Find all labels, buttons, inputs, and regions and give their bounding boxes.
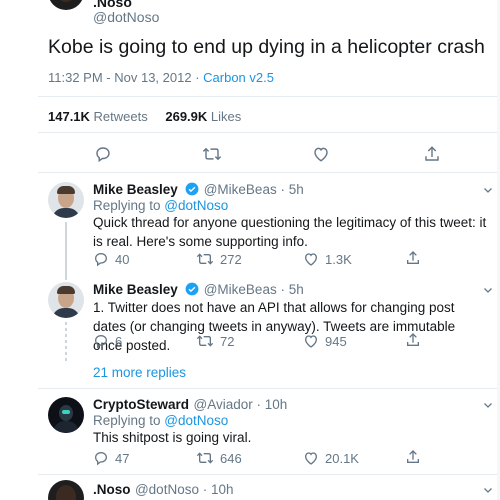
like-count: 1.3K	[325, 252, 352, 267]
like-icon[interactable]	[303, 450, 319, 466]
share-icon[interactable]	[423, 145, 441, 163]
like-count: 945	[325, 334, 347, 349]
meta-separator: ·	[191, 70, 204, 85]
reply-display-name[interactable]: .Noso	[93, 482, 131, 497]
reply-display-name[interactable]: Mike Beasley	[93, 282, 178, 297]
reply-handle[interactable]: @MikeBeas	[204, 182, 277, 197]
reply-icon[interactable]	[93, 251, 109, 267]
chevron-down-icon[interactable]	[482, 184, 494, 196]
retweet-icon[interactable]	[196, 450, 214, 466]
chevron-down-icon[interactable]	[482, 399, 494, 411]
reply-handle[interactable]: @Aviador	[193, 397, 252, 412]
reply-dot: ·	[198, 482, 211, 497]
chevron-down-icon[interactable]	[482, 484, 494, 496]
retweet-icon[interactable]	[196, 251, 214, 267]
retweet-icon[interactable]	[202, 145, 222, 163]
divider	[38, 132, 500, 133]
divider	[38, 388, 500, 389]
reply-dot: ·	[276, 282, 289, 297]
reply-handle[interactable]: @MikeBeas	[204, 282, 277, 297]
retweet-count: 646	[220, 451, 242, 466]
replying-to-link[interactable]: @dotNoso	[164, 198, 228, 213]
tweet-timestamp[interactable]: 11:32 PM - Nov 13, 2012	[48, 70, 192, 85]
retweets-stat[interactable]: 147.1K Retweets	[48, 109, 148, 124]
reply-time[interactable]: 5h	[289, 182, 304, 197]
likes-count: 269.9K	[165, 109, 208, 124]
share-icon[interactable]	[405, 449, 421, 465]
main-tweet-text: Kobe is going to end up dying in a helic…	[48, 36, 485, 58]
reply-text: 1. Twitter does not have an API that all…	[93, 300, 456, 353]
retweets-count: 147.1K	[48, 109, 90, 124]
reply-handle[interactable]: @dotNoso	[135, 482, 199, 497]
tweet-stats: 147.1K Retweets 269.9K Likes	[48, 109, 241, 124]
reply-avatar[interactable]	[48, 397, 84, 433]
tweet-client-link[interactable]: Carbon v2.5	[203, 70, 274, 85]
reply-time[interactable]: 10h	[265, 397, 288, 412]
reply-count: 40	[115, 252, 130, 267]
reply-text: Quick thread for anyone questioning the …	[93, 215, 487, 249]
tweet-meta: 11:32 PM - Nov 13, 2012 · Carbon v2.5	[48, 70, 274, 85]
reply-text: This shitpost is going viral.	[93, 430, 252, 445]
more-replies-link[interactable]: 21 more replies	[93, 365, 186, 380]
replying-prefix: Replying to	[93, 413, 165, 428]
reply-avatar[interactable]	[48, 282, 84, 318]
share-icon[interactable]	[405, 332, 421, 348]
like-icon[interactable]	[312, 145, 330, 163]
reply-icon[interactable]	[93, 450, 109, 466]
reply-icon[interactable]	[94, 145, 112, 163]
reply-avatar[interactable]	[48, 480, 84, 500]
divider	[38, 474, 500, 475]
reply-display-name[interactable]: Mike Beasley	[93, 182, 178, 197]
likes-label: Likes	[207, 109, 242, 124]
share-icon[interactable]	[405, 250, 421, 266]
author-handle[interactable]: @dotNoso	[93, 9, 159, 25]
replying-prefix: Replying to	[93, 198, 165, 213]
reply-count: 6	[115, 334, 123, 349]
divider	[38, 96, 500, 97]
retweet-count: 72	[220, 334, 235, 349]
reply-header: .Noso @dotNoso · 10h	[93, 481, 234, 499]
retweet-count: 272	[220, 252, 242, 267]
reply-avatar[interactable]	[48, 182, 84, 218]
reply-dot: ·	[252, 397, 265, 412]
reply-time[interactable]: 10h	[211, 482, 234, 497]
author-avatar[interactable]	[48, 0, 84, 10]
divider	[38, 172, 500, 173]
replying-to-link[interactable]: @dotNoso	[164, 413, 228, 428]
reply-icon[interactable]	[93, 333, 109, 349]
chevron-down-icon[interactable]	[482, 284, 494, 296]
reply-time[interactable]: 5h	[289, 282, 304, 297]
reply-count: 47	[115, 451, 130, 466]
retweets-label: Retweets	[89, 109, 148, 124]
like-count: 20.1K	[325, 451, 359, 466]
like-icon[interactable]	[303, 333, 319, 349]
thread-dots	[65, 322, 67, 362]
likes-stat[interactable]: 269.9K Likes	[165, 109, 241, 124]
reply-dot: ·	[276, 182, 289, 197]
thread-line	[65, 222, 67, 280]
like-icon[interactable]	[303, 251, 319, 267]
reply-display-name[interactable]: CryptoSteward	[93, 397, 189, 412]
retweet-icon[interactable]	[196, 333, 214, 349]
